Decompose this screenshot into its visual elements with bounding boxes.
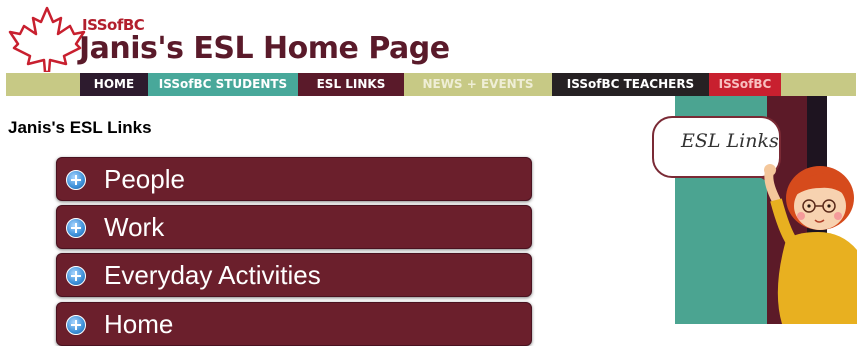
nav-news-events[interactable]: NEWS + EVENTS [404,73,552,96]
accordion-item-home[interactable]: Home [56,302,532,346]
maple-leaf-icon [8,6,86,72]
speech-bubble-text: ESL Links [681,130,779,152]
plus-icon[interactable] [66,266,86,286]
nav-teachers[interactable]: ISSofBC TEACHERS [552,73,709,96]
nav-issofbc[interactable]: ISSofBC [709,73,781,96]
accordion-label: Work [104,212,165,242]
plus-icon[interactable] [66,218,86,238]
nav-students[interactable]: ISSofBC STUDENTS [148,73,298,96]
site-header: ISSofBC Janis's ESL Home Page [0,0,450,72]
accordion-item-everyday-activities[interactable]: Everyday Activities [56,253,532,297]
accordion-label: People [104,164,185,194]
accordion-label: Home [104,309,174,339]
plus-icon[interactable] [66,170,86,190]
nav-home[interactable]: HOME [80,73,148,96]
site-title[interactable]: Janis's ESL Home Page [79,31,450,66]
accordion-label: Everyday Activities [104,260,321,290]
plus-icon[interactable] [66,315,86,335]
accordion-item-work[interactable]: Work [56,205,532,249]
main-nav: HOME ISSofBC STUDENTS ESL LINKS NEWS + E… [80,73,781,96]
nav-esl-links[interactable]: ESL LINKS [298,73,404,96]
accordion-item-people[interactable]: People [56,157,532,201]
page-title: Janis's ESL Links [8,118,152,137]
teacher-character-illustration [764,164,857,324]
